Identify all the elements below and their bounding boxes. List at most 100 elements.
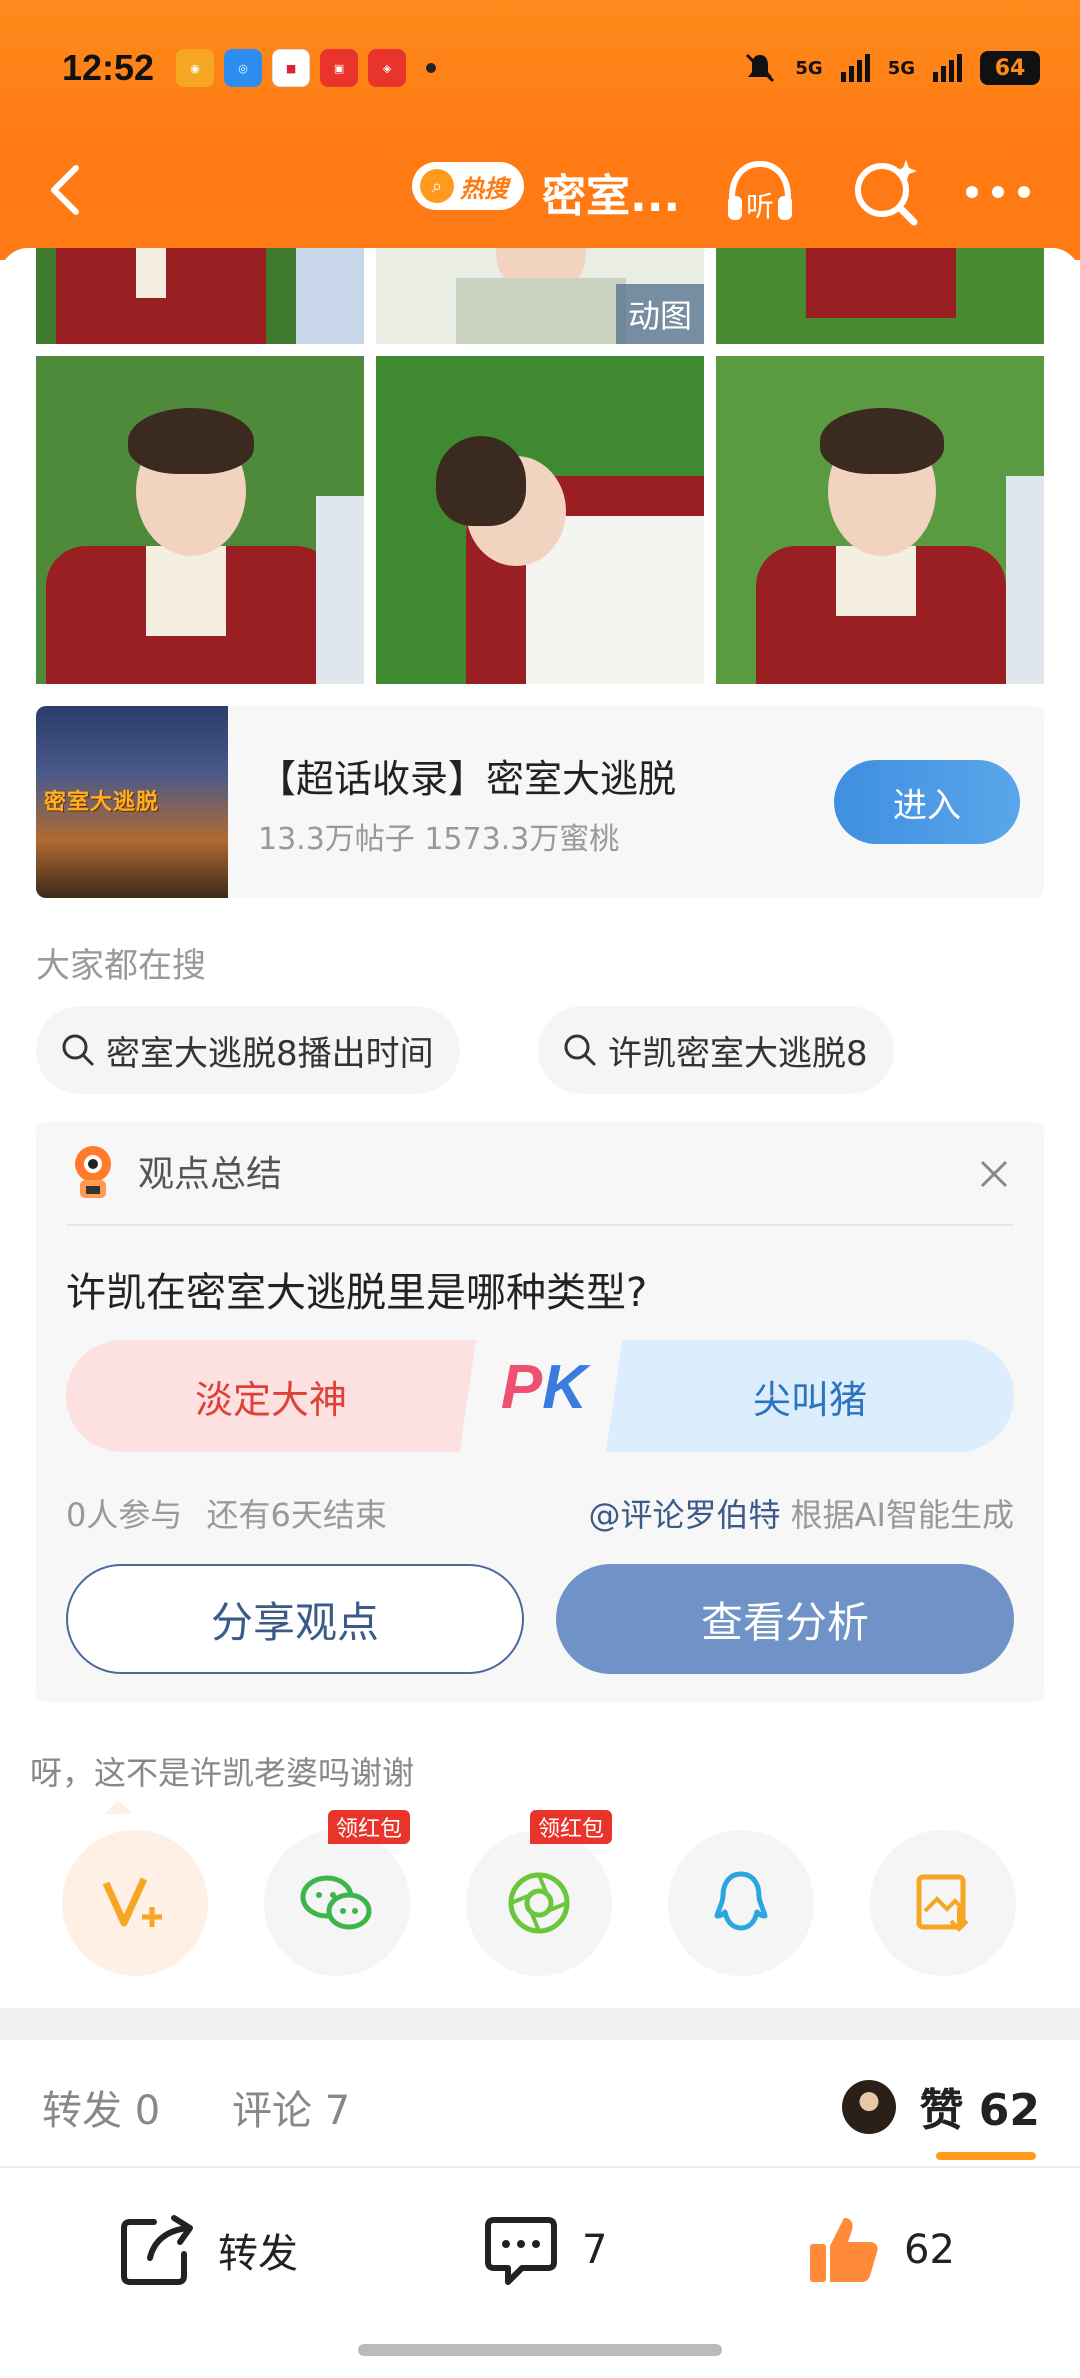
photo-5[interactable]	[376, 356, 704, 684]
hot-search-label: 热搜	[460, 174, 508, 203]
signal-icon-1	[840, 54, 870, 82]
wechat-icon	[300, 1875, 372, 1930]
comment-count: 7	[582, 2227, 608, 2273]
ai-generated-label: 根据AI智能生成	[790, 1496, 1014, 1534]
topic-thumbnail-logo: 密室大逃脱	[44, 790, 160, 815]
opinion-question: 许凯在密室大逃脱里是哪种类型?	[66, 1270, 648, 1316]
mute-icon	[746, 53, 775, 83]
view-analysis-button[interactable]: 查看分析	[556, 1564, 1014, 1674]
home-indicator[interactable]	[358, 2344, 722, 2356]
search-chip-1[interactable]: 密室大逃脱8播出时间	[36, 1006, 460, 1094]
repost-button[interactable]: 转发	[118, 2212, 298, 2288]
more-notifications-dot	[426, 63, 437, 73]
tab-like[interactable]: 赞 62	[919, 2074, 1040, 2138]
header: 12:52 ◉ ◎ ■ ▣ ◈ 5G 5G 64 ⌕ 热搜 密室... 听	[0, 0, 1080, 260]
photo-3[interactable]	[716, 248, 1044, 344]
thumbs-up-icon	[810, 2218, 878, 2282]
active-tab-indicator	[936, 2152, 1036, 2160]
topic-stats: 13.3万帖子 1573.3万蜜桃	[258, 822, 620, 857]
signal-icon-2	[933, 54, 962, 82]
tab-comment[interactable]: 评论 7	[232, 2078, 350, 2136]
network-label-1: 5G	[795, 57, 823, 79]
battery-icon: 64	[980, 51, 1040, 85]
status-right: 5G 5G 64	[743, 51, 1040, 85]
weibo-app-icon: ◉	[176, 49, 215, 87]
redpack-badge: 领红包	[328, 1810, 411, 1844]
browser-app-icon: ◎	[224, 49, 263, 87]
topic-thumbnail: 密室大逃脱	[36, 706, 228, 898]
interaction-tabs: 转发 0 评论 7 赞 62	[0, 2040, 1080, 2164]
trending-search-label: 大家都在搜	[36, 946, 206, 986]
redpack-badge: 领红包	[530, 1810, 613, 1844]
search-chip-label: 密室大逃脱8播出时间	[106, 1033, 434, 1074]
enter-button[interactable]: 进入	[834, 760, 1020, 844]
pk-p: P	[500, 1353, 543, 1422]
option-right-button[interactable]: 尖叫猪	[606, 1340, 1014, 1452]
close-icon[interactable]	[974, 1154, 1014, 1194]
photo-6[interactable]	[716, 356, 1044, 684]
topic-title: 【超话收录】密室大逃脱	[258, 757, 677, 801]
opinion-meta: 0人参与 还有6天结束	[66, 1490, 387, 1536]
vplus-icon	[102, 1877, 162, 1927]
headphones-icon[interactable]: 听	[720, 152, 800, 232]
like-button[interactable]: 62	[806, 2212, 955, 2288]
deadline: 还有6天结束	[206, 1496, 387, 1534]
save-image-icon	[916, 1874, 969, 1932]
opinion-header-label: 观点总结	[138, 1154, 283, 1195]
share-opinion-button[interactable]: 分享观点	[66, 1564, 524, 1674]
super-topic-card[interactable]: 密室大逃脱 【超话收录】密室大逃脱 13.3万帖子 1573.3万蜜桃 进入	[36, 706, 1044, 898]
toutiao-app-icon: ▣	[320, 49, 359, 87]
share-targets: 领红包 领红包	[62, 1810, 1018, 1976]
search-icon	[62, 1034, 94, 1066]
notification-icons: ◉ ◎ ■ ▣ ◈	[176, 49, 407, 87]
qq-icon	[714, 1871, 768, 1931]
share-save-image[interactable]	[870, 1830, 1016, 1976]
search-icon	[564, 1034, 596, 1066]
comment-preview: 呀，这不是许凯老婆吗谢谢	[30, 1754, 415, 1792]
hot-search-badge[interactable]: ⌕ 热搜	[412, 162, 524, 210]
search-chip-label: 许凯密室大逃脱8	[608, 1033, 868, 1074]
search-chip-2[interactable]: 许凯密室大逃脱8	[538, 1006, 894, 1094]
like-count: 62	[904, 2227, 955, 2273]
more-icon[interactable]	[958, 152, 1038, 232]
photo-4[interactable]	[36, 356, 364, 684]
moments-icon	[508, 1872, 570, 1934]
share-vplus[interactable]	[62, 1830, 208, 1976]
news-app-icon: ■	[272, 49, 311, 87]
back-arrow-icon[interactable]	[38, 160, 98, 220]
opinion-source: @评论罗伯特 根据AI智能生成	[588, 1490, 1014, 1536]
search-mini-icon: ⌕	[420, 169, 454, 203]
share-moments[interactable]: 领红包	[466, 1810, 613, 1976]
avatar[interactable]	[842, 2080, 896, 2134]
repost-label: 转发	[218, 2231, 298, 2277]
photo-2[interactable]: 动图	[376, 248, 704, 344]
photo-1[interactable]	[36, 248, 364, 344]
callout-arrow	[104, 1800, 132, 1814]
comment-button[interactable]: 7	[482, 2212, 607, 2288]
opinion-header: 观点总结	[66, 1142, 282, 1200]
network-label-2: 5G	[887, 57, 915, 79]
shop-app-icon: ◈	[368, 49, 407, 87]
opinion-summary-card: 观点总结 许凯在密室大逃脱里是哪种类型? 淡定大神 PK 尖叫猪 0人参与 还有…	[36, 1122, 1044, 1702]
author-mention[interactable]: @评论罗伯特	[588, 1496, 780, 1534]
participants-count: 0人参与	[66, 1496, 183, 1534]
listen-label: 听	[746, 190, 774, 223]
comment-icon	[485, 2217, 557, 2285]
pk-badge: PK	[494, 1352, 594, 1423]
pk-k: K	[542, 1353, 588, 1422]
nav-bar: ⌕ 热搜 密室... 听	[0, 140, 1080, 236]
page-title: 密室...	[542, 171, 681, 222]
share-qq[interactable]	[668, 1830, 814, 1976]
option-left-button[interactable]: 淡定大神	[66, 1340, 476, 1452]
share-wechat[interactable]: 领红包	[264, 1810, 411, 1976]
gif-tag: 动图	[616, 284, 704, 344]
status-bar: 12:52 ◉ ◎ ■ ▣ ◈ 5G 5G 64	[62, 38, 1040, 98]
content-area: 动图 密室大逃脱 【超话收录】密室大逃脱 13.3万帖子 1573.3万蜜桃 进…	[0, 248, 1080, 2008]
divider	[66, 1224, 1014, 1226]
status-time: 12:52	[62, 47, 155, 88]
search-ai-icon[interactable]	[846, 152, 926, 232]
tab-repost[interactable]: 转发 0	[42, 2078, 160, 2136]
section-divider	[0, 2008, 1080, 2040]
repost-icon	[121, 2215, 193, 2285]
robot-mascot-icon	[75, 1146, 111, 1198]
